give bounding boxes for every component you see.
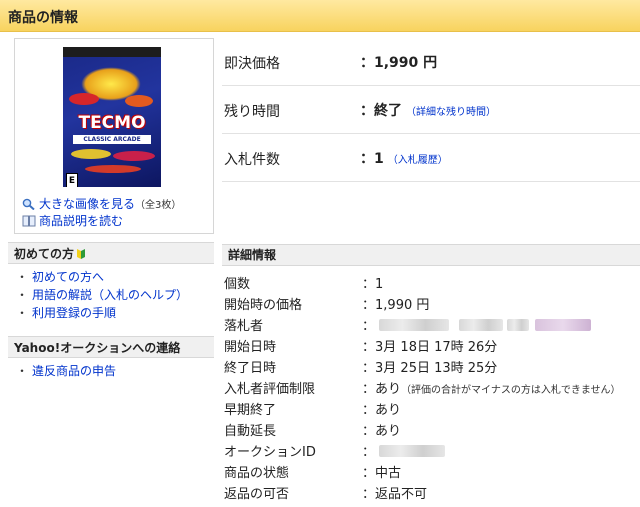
detail-row-quantity: 個数 ：1 (222, 272, 640, 293)
read-description-label: 商品説明を読む (39, 214, 124, 228)
detail-row-winner: 落札者 ： (222, 314, 640, 335)
report-links: ・違反商品の申告 (8, 358, 214, 380)
detail-value: ：3月 18日 17時 26分 (362, 340, 498, 355)
cover-title: TECMO (78, 113, 146, 133)
detail-value: ：1,990 円 (362, 298, 430, 313)
detail-row-auction-id: オークションID ： (222, 440, 640, 461)
time-left-detail-link[interactable]: （詳細な残り時間） (406, 107, 496, 118)
detail-row-end-time: 終了日時 ：3月 25日 13時 25分 (222, 356, 640, 377)
detail-value: ：あり（評価の合計がマイナスの方は入札できません） (362, 382, 621, 397)
redacted-text (379, 445, 446, 457)
beginner-link-label: 用語の解説（入札のヘルプ） (32, 288, 189, 302)
cover-art-sprite (69, 93, 99, 105)
detail-value: ：3月 25日 13時 25分 (362, 361, 498, 376)
detail-label: 開始時の価格 (224, 298, 303, 313)
detail-label: 商品の状態 (224, 466, 290, 481)
beginner-links: ・初めての方へ ・用語の解説（入札のヘルプ） ・利用登録の手順 (8, 264, 214, 322)
buy-now-value: ：1,990 円 (360, 55, 438, 71)
detail-value-redacted: ： (362, 441, 446, 460)
detail-row-condition: 商品の状態 ：中古 (222, 461, 640, 482)
detail-label: オークションID (224, 445, 316, 460)
cover-art-sprite (113, 151, 155, 161)
redacted-text (535, 319, 592, 331)
detail-label: 開始日時 (224, 340, 277, 355)
detail-label: 早期終了 (224, 403, 277, 418)
read-description-link[interactable]: 商品説明を読む (22, 213, 181, 230)
platform-band (63, 47, 161, 57)
time-left-value: ：終了 （詳細な残り時間） (360, 103, 496, 119)
beginner-link-glossary[interactable]: ・用語の解説（入札のヘルプ） (16, 286, 214, 304)
detail-value: ：中古 (362, 466, 402, 481)
magnifier-icon (22, 198, 36, 211)
bids-value: ：1 （入札履歴） (360, 151, 448, 167)
beginner-link-registration[interactable]: ・利用登録の手順 (16, 304, 214, 322)
report-violation-link[interactable]: ・違反商品の申告 (16, 362, 214, 380)
beginner-panel: 初めての方 ・初めての方へ ・用語の解説（入札のヘルプ） ・利用登録の手順 (8, 242, 214, 322)
detail-row-rating-limit: 入札者評価制限 ：あり（評価の合計がマイナスの方は入札できません） (222, 377, 640, 398)
product-image[interactable]: XBOX TECMO CLASSIC ARCADE E (63, 47, 161, 187)
detail-row-auto-extend: 自動延長 ：あり (222, 419, 640, 440)
detail-row-returns: 返品の可否 ：返品不可 (222, 482, 640, 503)
view-large-image-link[interactable]: 大きな画像を見る（全3枚） (22, 196, 181, 213)
detail-label: 入札者評価制限 (224, 382, 316, 397)
beginner-link-guide[interactable]: ・初めての方へ (16, 268, 214, 286)
platform-label: XBOX (67, 48, 88, 55)
cover-art-sprite (85, 165, 141, 173)
redacted-text (507, 319, 530, 331)
details-header: 詳細情報 (222, 244, 640, 266)
detail-row-early-end: 早期終了 ：あり (222, 398, 640, 419)
esrb-rating-badge: E (66, 173, 78, 187)
cover-subtitle: CLASSIC ARCADE (73, 135, 151, 144)
cover-art-sprite (71, 149, 111, 159)
bid-history-link[interactable]: （入札履歴） (388, 155, 448, 166)
redacted-text (459, 319, 504, 331)
report-link-label: 違反商品の申告 (32, 364, 117, 378)
beginner-panel-title: 初めての方 (14, 247, 75, 261)
beginner-link-label: 利用登録の手順 (32, 306, 117, 320)
buy-now-label: 即決価格 (224, 56, 280, 72)
cover-art-sprite (125, 95, 153, 107)
image-count: （全3枚） (135, 200, 182, 211)
bids-row: 入札件数 ：1 （入札履歴） (222, 134, 640, 182)
time-left-label: 残り時間 (224, 104, 280, 120)
section-header: 商品の情報 (0, 0, 640, 32)
report-panel-header: Yahoo!オークションへの連絡 (8, 336, 214, 358)
detail-label: 自動延長 (224, 424, 277, 439)
image-links: 大きな画像を見る（全3枚） 商品説明を読む (22, 196, 181, 230)
detail-value-redacted: ： (362, 315, 592, 334)
report-panel: Yahoo!オークションへの連絡 ・違反商品の申告 (8, 336, 214, 380)
beginner-link-label: 初めての方へ (32, 270, 105, 284)
beginner-mark-icon (76, 245, 86, 259)
detail-label: 個数 (224, 277, 251, 292)
detail-label: 返品の可否 (224, 487, 290, 502)
beginner-panel-header: 初めての方 (8, 242, 214, 264)
detail-row-start-price: 開始時の価格 ：1,990 円 (222, 293, 640, 314)
detail-value: ：あり (362, 424, 402, 439)
buy-now-row: 即決価格 ：1,990 円 (222, 38, 640, 86)
section-title: 商品の情報 (8, 10, 78, 26)
rating-limit-note: （評価の合計がマイナスの方は入札できません） (401, 385, 621, 396)
detail-row-start-time: 開始日時 ：3月 18日 17時 26分 (222, 335, 640, 356)
detail-value: ：返品不可 (362, 487, 428, 502)
book-icon (22, 215, 36, 227)
detail-value: ：あり (362, 403, 402, 418)
detail-label: 落札者 (224, 319, 264, 334)
detail-label: 終了日時 (224, 361, 277, 376)
time-left-row: 残り時間 ：終了 （詳細な残り時間） (222, 86, 640, 134)
bids-label: 入札件数 (224, 152, 280, 168)
detail-value: ：1 (362, 277, 384, 292)
view-large-image-label: 大きな画像を見る (39, 197, 136, 211)
redacted-text (379, 319, 450, 331)
